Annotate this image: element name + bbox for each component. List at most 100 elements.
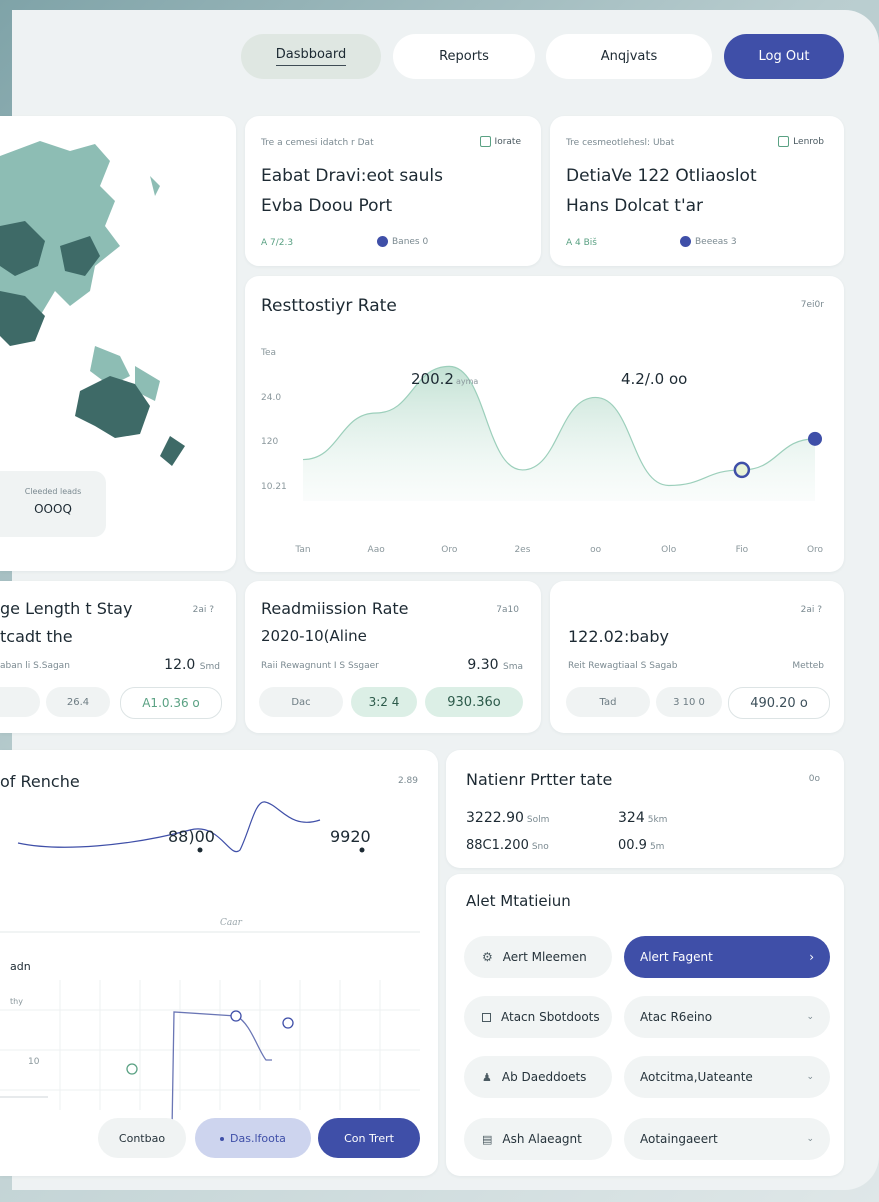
stat-card-meta: Raii Rewagnunt I S Ssgaer (261, 661, 379, 671)
stat-pill-3[interactable]: 930.36o (425, 687, 523, 717)
lock-icon (778, 136, 790, 147)
alert-row-label: Ab Daeddoets (501, 1070, 587, 1084)
main-chart-point[interactable] (808, 431, 822, 446)
lock-icon (479, 136, 491, 147)
rate-trend-point (359, 847, 365, 853)
nav-dashboard-label: Dasbboard (275, 47, 347, 66)
alert-row-label: Ash Alaeagnt (502, 1132, 582, 1146)
alert-dropdown-label: Aotcitma,Uateante (640, 1070, 753, 1084)
main-chart-plot[interactable]: Tea 24.0 120 10.21 Tan Aao Oro 2es oo Olo Fio O… (245, 276, 844, 572)
stat-card-subtitle: 2020-10(Aline (261, 627, 367, 645)
alert-row-button[interactable]: ⚙ Aert Mleemen (464, 936, 612, 978)
map-card: Cleeded leads OOOQ (0, 116, 236, 571)
info-card-foot-left: A 7/2.3 (261, 238, 294, 248)
stat-card-title: Readmiission Rate (261, 599, 409, 618)
rate-card: of Renche 2.89 88)00 9920 Caar adn thy 1… (0, 750, 438, 1176)
nav-analytics-button[interactable]: Anqjvats (546, 34, 712, 79)
stat-card-corner: 2ai ? (192, 605, 214, 615)
stat-pill-2[interactable]: 26.4 (46, 687, 110, 717)
stat-card-meta: Reit Rewagtiaal S Sagab (568, 661, 678, 671)
logout-button[interactable]: Log Out (724, 34, 844, 79)
info-card-tag-label: Lenrob (793, 136, 824, 147)
alert-row-button[interactable]: Atacn Sbotdoots (464, 996, 612, 1038)
main-chart-x-tick: Oro (807, 545, 824, 555)
stat-card-meta-value: 9.30 Sma (467, 657, 523, 673)
map-region-japan (150, 176, 160, 196)
rate-value-2: 9920 (330, 827, 371, 846)
main-chart-point[interactable] (733, 461, 751, 479)
chevron-down-icon: ⌄ (806, 1072, 814, 1082)
nav-reports-button[interactable]: Reports (393, 34, 535, 79)
stat-pill-2[interactable]: 3 10 0 (656, 687, 722, 717)
stat-pill-1[interactable] (0, 687, 40, 717)
patient-value: 00.9 5m (618, 838, 665, 853)
alert-dropdown[interactable]: Aotcitma,Uateante ⌄ (624, 1056, 830, 1098)
info-card-title-1: DetiaVe 122 OtIiaoslot (566, 166, 757, 186)
stat-card-1[interactable]: ge Length t Stay 2ai ? tcadt the aban li… (0, 581, 236, 733)
info-card-foot-right-label: Banes 0 (392, 236, 429, 247)
nav-dashboard-button[interactable]: Dasbboard (241, 34, 381, 79)
rate-footer: Caar (220, 918, 243, 928)
patient-card: Natienr Prtter tate 0o 3222.90 Solm 324 5k… (446, 750, 844, 868)
rate-contbao-button[interactable]: Contbao (98, 1118, 186, 1158)
main-chart-peak-label: 200.2 ayma (411, 370, 478, 388)
main-chart-x-tick: Tan (294, 545, 310, 555)
rate-point (282, 1017, 294, 1029)
stat-pill-1[interactable]: Dac (259, 687, 343, 717)
status-dot-icon (377, 236, 388, 247)
rate-section-title: adn (10, 960, 31, 973)
stat-card-subtitle: 122.02:baby (568, 627, 669, 646)
rate-card-charts[interactable]: 88)00 9920 Caar adn thy 10 (0, 750, 438, 1176)
stat-pill-3[interactable]: A1.0.36 o (120, 687, 222, 719)
info-card-meta: Tre cesmeotlehesl: Ubat (566, 138, 675, 148)
stat-card-title: ge Length t Stay (0, 599, 133, 618)
rate-step-line (171, 1011, 272, 1131)
stat-card-meta-value: 12.0 Smd (164, 657, 220, 673)
rate-grid (0, 980, 420, 1110)
info-card-2[interactable]: Tre cesmeotlehesl: Ubat Lenrob DetiaVe 1… (550, 116, 844, 266)
stat-card-2[interactable]: Readmiission Rate 7a10 2020-10(Aline Rai… (245, 581, 541, 733)
stat-pill-3[interactable]: 490.20 o (728, 687, 830, 719)
main-chart-y-tick: 120 (261, 437, 278, 447)
info-card-1[interactable]: Tre a cemesi idatch r Dat Iorate Eabat D… (245, 116, 541, 266)
info-card-foot-right: Banes 0 (377, 236, 428, 247)
info-card-foot-right: Beeeas 3 (680, 236, 737, 247)
main-chart-x-tick: 2es (514, 545, 530, 555)
chevron-down-icon: ⌄ (806, 1012, 814, 1022)
rate-point (126, 1063, 138, 1075)
alert-dropdown-label: Atac R6eino (640, 1010, 713, 1024)
patient-card-title: Natienr Prtter tate (466, 770, 613, 789)
info-card-foot-left: A 4 Biš (566, 238, 597, 248)
stat-pill-2[interactable]: 3:2 4 (351, 687, 417, 717)
alert-card-title: Alet Mtatieiun (466, 892, 571, 910)
rate-contrert-button[interactable]: Con Trert (318, 1118, 420, 1158)
alert-dropdown-active[interactable]: Alert Fagent › (624, 936, 830, 978)
chevron-right-icon: › (809, 950, 814, 964)
stat-card-meta: aban li S.Sagan (0, 661, 70, 671)
alert-row-button[interactable]: ▤ Ash Alaeagnt (464, 1118, 612, 1160)
info-card-tag: Iorate (479, 136, 521, 147)
alert-dropdown-label: Alert Fagent (640, 950, 713, 964)
alert-row-button[interactable]: ♟ Ab Daeddoets (464, 1056, 612, 1098)
info-card-tag-label: Iorate (494, 136, 521, 147)
info-card-title-1: Eabat Dravi:eot sauls (261, 166, 444, 186)
main-chart-y-tick: 24.0 (261, 393, 281, 403)
alert-row-label: Aert Mleemen (502, 950, 587, 964)
map-badge-label: Cleeded leads (24, 487, 82, 496)
alert-dropdown[interactable]: Atac R6eino ⌄ (624, 996, 830, 1038)
rate-y-tick: 10 (28, 1057, 40, 1067)
main-chart-y-tick: 10.21 (261, 482, 287, 492)
status-dot-icon (680, 236, 691, 247)
alert-row-label: Atacn Sbotdoots (501, 1010, 600, 1024)
dot-icon (220, 1136, 225, 1141)
stat-pill-1[interactable]: Tad (566, 687, 650, 717)
stat-card-meta-unit: Metteb (792, 661, 824, 671)
rate-trend-point (197, 847, 203, 853)
alert-dropdown[interactable]: Aotaingaeert ⌄ (624, 1118, 830, 1160)
patient-value: 324 5km (618, 810, 668, 826)
rate-das-button[interactable]: Das.lfoota (195, 1118, 311, 1158)
main-chart-x-tick: Oro (441, 545, 458, 555)
map-badge-value: OOOQ (34, 502, 72, 516)
stat-card-3[interactable]: 2ai ? 122.02:baby Reit Rewagtiaal S Saga… (550, 581, 844, 733)
alert-card: Alet Mtatieiun ⚙ Aert Mleemen Alert Fage… (446, 874, 844, 1176)
